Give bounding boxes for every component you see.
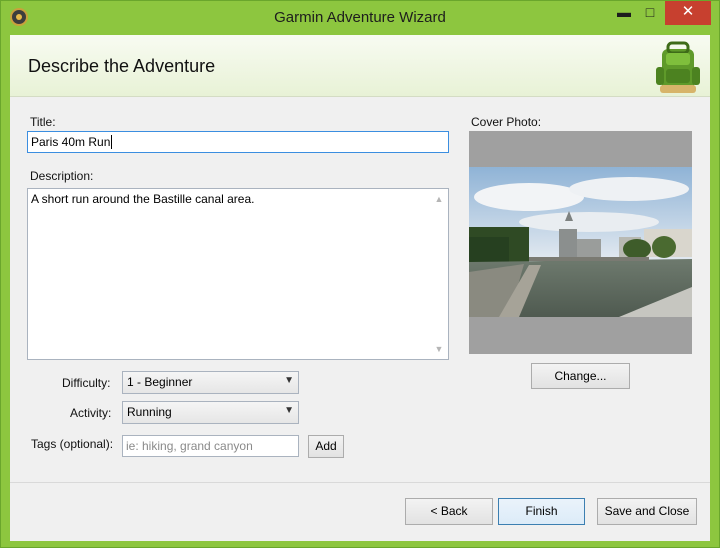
cover-photo-label: Cover Photo: [471,115,542,129]
scroll-up-icon[interactable]: ▲ [434,194,444,204]
minimize-button[interactable]: ▬ [611,1,637,25]
app-window: Garmin Adventure Wizard ▬ □ ✕ Describe t… [0,0,720,548]
tags-label: Tags (optional): [31,437,114,451]
finish-button[interactable]: Finish [498,498,585,525]
title-input[interactable]: Paris 40m Run [27,131,449,153]
tags-input[interactable]: ie: hiking, grand canyon [122,435,299,457]
page-title: Describe the Adventure [28,56,216,76]
title-value: Paris 40m Run [31,135,111,149]
cover-photo-image [469,167,692,317]
description-label: Description: [30,169,94,183]
maximize-button[interactable]: □ [637,1,663,25]
difficulty-value: 1 - Beginner [127,375,193,389]
cover-photo-frame [469,131,692,354]
scroll-down-icon[interactable]: ▼ [434,344,444,354]
title-bar[interactable]: Garmin Adventure Wizard ▬ □ ✕ [1,1,719,35]
activity-value: Running [127,405,172,419]
text-cursor [111,135,113,149]
back-button[interactable]: < Back [405,498,493,525]
activity-select[interactable]: Running ▼ [122,401,299,424]
chevron-down-icon: ▼ [284,375,294,386]
title-label: Title: [30,115,56,129]
save-and-close-button[interactable]: Save and Close [597,498,697,525]
chevron-down-icon: ▼ [284,405,294,416]
description-input[interactable]: A short run around the Bastille canal ar… [27,188,449,360]
change-photo-button[interactable]: Change... [531,363,630,389]
footer-divider [10,482,710,483]
difficulty-label: Difficulty: [62,376,111,390]
difficulty-select[interactable]: 1 - Beginner ▼ [122,371,299,394]
close-button[interactable]: ✕ [665,1,711,25]
wizard-body: Describe the Adventure Title: Paris 40m … [10,35,710,541]
wizard-header: Describe the Adventure [10,35,710,97]
tags-placeholder: ie: hiking, grand canyon [126,439,253,453]
backpack-icon [656,41,700,93]
activity-label: Activity: [70,406,112,420]
description-scrollbar[interactable]: ▲ ▼ [431,189,448,359]
add-tag-button[interactable]: Add [308,435,344,458]
description-value: A short run around the Bastille canal ar… [31,192,255,206]
